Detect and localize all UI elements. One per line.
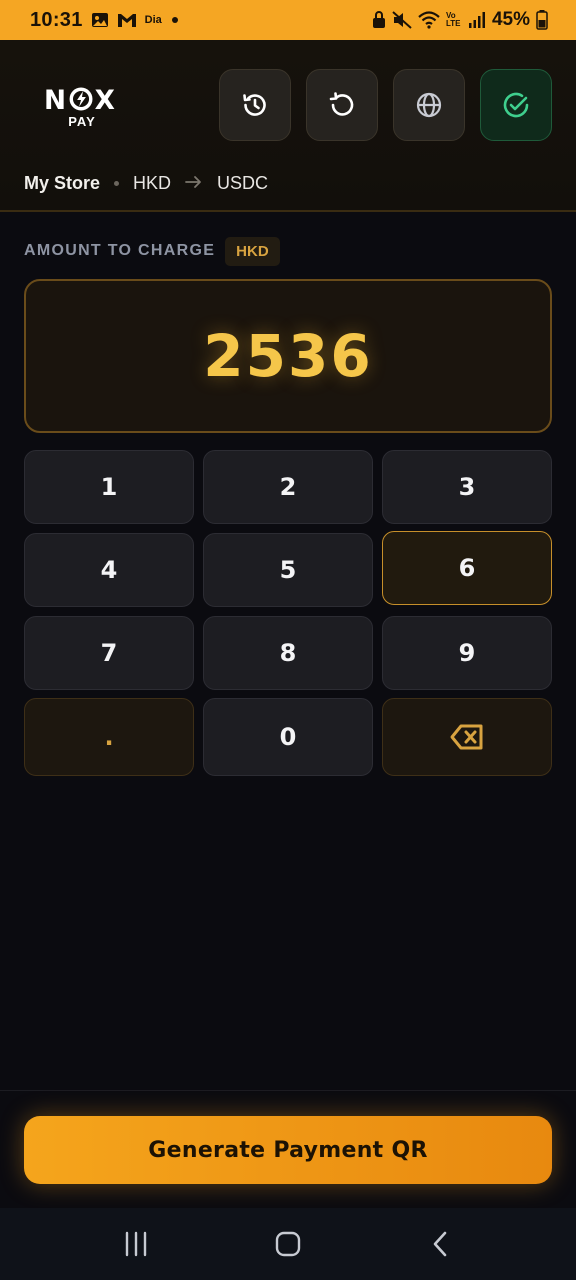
refresh-button[interactable] <box>306 69 378 141</box>
status-right: Vo LTE 45% <box>372 9 548 31</box>
confirm-button[interactable] <box>480 69 552 141</box>
key-6[interactable]: 6 <box>382 531 552 605</box>
back-button[interactable] <box>410 1219 470 1269</box>
svg-text:N: N <box>44 86 67 112</box>
generate-qr-button[interactable]: Generate Payment QR <box>24 1116 552 1184</box>
logo-mark-icon: N X <box>44 86 116 112</box>
key-3[interactable]: 3 <box>382 450 552 524</box>
key-decimal[interactable]: . <box>24 698 194 776</box>
key-8[interactable]: 8 <box>203 616 373 690</box>
home-icon <box>275 1231 301 1257</box>
footer-actions: Generate Payment QR <box>0 1090 576 1208</box>
recents-icon <box>125 1231 147 1257</box>
key-5[interactable]: 5 <box>203 533 373 607</box>
home-button[interactable] <box>258 1219 318 1269</box>
carrier-tag: Dia <box>144 14 162 26</box>
key-0[interactable]: 0 <box>203 698 373 776</box>
language-button[interactable] <box>393 69 465 141</box>
to-currency: USDC <box>217 172 269 193</box>
system-nav-bar <box>0 1208 576 1280</box>
app-header: N X PAY My Store HKD USDC <box>0 40 576 212</box>
gallery-icon <box>91 12 109 28</box>
key-9[interactable]: 9 <box>382 616 552 690</box>
amount-label-row: AMOUNT TO CHARGE HKD <box>24 236 280 266</box>
signal-icon <box>468 11 486 29</box>
nox-pay-logo: N X PAY <box>44 86 120 129</box>
battery-icon <box>536 10 548 30</box>
backspace-button[interactable] <box>382 698 552 776</box>
status-left: 10:31 Dia <box>30 9 180 32</box>
store-name: My Store <box>24 172 101 193</box>
breadcrumb: My Store HKD USDC <box>24 170 268 196</box>
backspace-icon <box>450 724 483 750</box>
status-bar: 10:31 Dia Vo LTE 45% <box>0 0 576 40</box>
battery-percent: 45% <box>491 9 530 30</box>
recents-button[interactable] <box>106 1219 166 1269</box>
currency-badge: HKD <box>225 236 280 266</box>
notification-dot-icon <box>170 15 180 25</box>
check-circle-icon <box>503 92 529 118</box>
key-4[interactable]: 4 <box>24 533 194 607</box>
mute-icon <box>392 11 412 29</box>
key-7[interactable]: 7 <box>24 616 194 690</box>
separator-dot <box>114 180 120 186</box>
logo-subtitle: PAY <box>68 114 96 129</box>
key-2[interactable]: 2 <box>203 450 373 524</box>
globe-icon <box>416 92 442 118</box>
arrow-right-icon <box>185 173 203 194</box>
back-icon <box>433 1231 447 1257</box>
lock-app-icon <box>372 11 386 29</box>
amount-label: AMOUNT TO CHARGE <box>24 242 216 259</box>
network-tag: Vo LTE <box>445 11 461 28</box>
wifi-icon <box>418 11 440 29</box>
svg-text:X: X <box>95 86 116 112</box>
refresh-icon <box>329 92 354 116</box>
logo-wordmark: N X <box>44 86 120 112</box>
status-time: 10:31 <box>30 8 83 31</box>
from-currency: HKD <box>133 172 172 193</box>
history-button[interactable] <box>219 69 291 141</box>
amount-display: 2536 <box>24 279 552 433</box>
amount-value: 2536 <box>203 322 373 390</box>
history-icon <box>243 94 266 116</box>
key-1[interactable]: 1 <box>24 450 194 524</box>
gmail-icon <box>117 12 137 28</box>
